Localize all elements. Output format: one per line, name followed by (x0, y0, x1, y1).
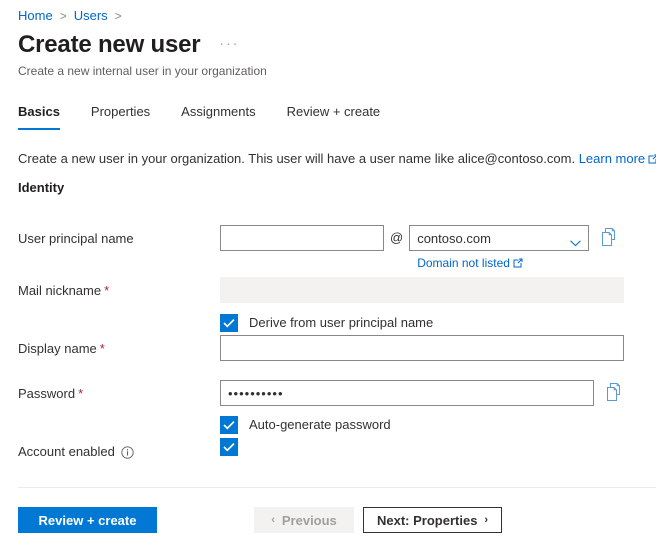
control-mail-nickname: Derive from user principal name (220, 277, 656, 332)
intro-text: Create a new user in your organization. … (18, 151, 576, 166)
at-sign-label: @ (390, 230, 404, 245)
footer-divider (18, 487, 656, 488)
label-mail-nickname: Mail nickname * (0, 277, 220, 300)
required-marker-display-name: * (99, 341, 105, 356)
domain-select[interactable]: contoso.com (409, 225, 590, 251)
page-subtitle: Create a new internal user in your organ… (18, 64, 267, 78)
tab-properties[interactable]: Properties (91, 103, 150, 130)
breadcrumb-separator: > (59, 9, 67, 23)
label-account-enabled: Account enabled (0, 438, 220, 461)
next-properties-button-label: Next: Properties (377, 512, 478, 528)
breadcrumb-item-users[interactable]: Users (74, 7, 108, 25)
auto-generate-password-label[interactable]: Auto-generate password (249, 416, 391, 434)
more-commands-icon[interactable]: ··· (216, 32, 242, 59)
domain-select-wrapper: contoso.com Domain not listed (409, 225, 590, 270)
mail-nickname-input-disabled (220, 277, 624, 303)
tab-basics[interactable]: Basics (18, 103, 60, 130)
domain-not-listed-block: Domain not listed (417, 255, 523, 272)
copy-user-principal-name-button[interactable] (599, 227, 621, 249)
form-row-mail-nickname: Mail nickname * Derive from user princip… (0, 277, 656, 335)
label-display-name-text: Display name (18, 341, 97, 356)
breadcrumb-item-home[interactable]: Home (18, 7, 53, 25)
form-row-user-principal-name: User principal name @ contoso.com Domain… (0, 225, 656, 277)
control-display-name (220, 335, 656, 361)
previous-button: ‹ Previous (254, 507, 354, 533)
tab-review-create[interactable]: Review + create (287, 103, 381, 130)
domain-select-value: contoso.com (417, 230, 491, 246)
chevron-down-icon (570, 235, 581, 246)
chevron-left-icon: ‹ (271, 514, 275, 526)
form-basics: User principal name @ contoso.com Domain… (0, 225, 656, 468)
control-password: Auto-generate password (220, 380, 656, 434)
label-account-enabled-text: Account enabled (18, 444, 115, 459)
intro-text-block: Create a new user in your organization. … (18, 150, 656, 169)
copy-password-button[interactable] (604, 382, 626, 404)
external-link-icon[interactable] (648, 151, 656, 169)
domain-not-listed-link[interactable]: Domain not listed (417, 256, 510, 270)
derive-from-upn-row: Derive from user principal name (220, 314, 433, 332)
breadcrumb: Home > Users > (18, 7, 129, 25)
page-header: Create new user ··· (18, 30, 242, 60)
account-enabled-checkbox[interactable] (220, 438, 238, 456)
info-icon[interactable] (121, 445, 134, 459)
tab-list: Basics Properties Assignments Review + c… (18, 103, 411, 130)
label-password: Password * (0, 380, 220, 403)
required-marker-mail-nickname: * (104, 283, 110, 298)
footer-actions: Review + create ‹ Previous Next: Propert… (18, 507, 503, 533)
password-input-row (220, 380, 626, 406)
form-row-account-enabled: Account enabled (0, 438, 656, 468)
copy-icon (607, 382, 623, 404)
control-user-principal-name: @ contoso.com Domain not listed (220, 225, 656, 270)
auto-generate-password-checkbox[interactable] (220, 416, 238, 434)
derive-from-upn-checkbox[interactable] (220, 314, 238, 332)
form-row-password: Password * •••••••••• Auto-generate pass… (0, 380, 656, 438)
tab-assignments[interactable]: Assignments (181, 103, 255, 130)
form-row-display-name: Display name * (0, 335, 656, 380)
chevron-right-icon: › (484, 514, 489, 526)
external-link-icon-domain[interactable] (513, 256, 523, 272)
copy-icon (602, 227, 618, 249)
review-create-button[interactable]: Review + create (18, 507, 157, 533)
label-display-name: Display name * (0, 335, 220, 358)
control-account-enabled (220, 438, 656, 456)
derive-from-upn-label[interactable]: Derive from user principal name (249, 314, 433, 332)
learn-more-link[interactable]: Learn more (579, 151, 645, 166)
auto-generate-password-row: Auto-generate password (220, 416, 391, 434)
required-marker-password: * (78, 386, 84, 401)
section-heading-identity: Identity (18, 180, 65, 195)
page-title: Create new user (18, 31, 201, 58)
display-name-input[interactable] (220, 335, 624, 361)
label-password-text: Password (18, 386, 76, 401)
breadcrumb-separator-trailing: > (114, 9, 122, 23)
label-mail-nickname-text: Mail nickname (18, 283, 102, 298)
user-principal-name-input[interactable] (220, 225, 384, 251)
next-properties-button[interactable]: Next: Properties › (363, 507, 503, 533)
label-user-principal-name-text: User principal name (18, 231, 134, 246)
previous-button-label: Previous (281, 512, 337, 528)
password-input[interactable] (220, 380, 594, 406)
label-user-principal-name: User principal name (0, 225, 220, 248)
